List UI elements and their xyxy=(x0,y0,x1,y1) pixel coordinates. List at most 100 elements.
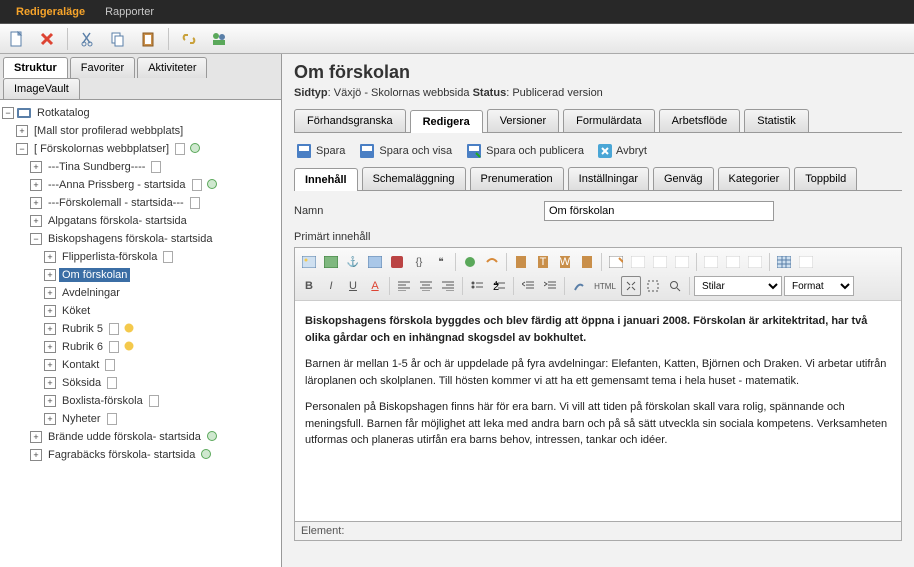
tab-subscription[interactable]: Prenumeration xyxy=(470,167,564,190)
expand-icon[interactable]: + xyxy=(30,197,42,209)
collapse-icon[interactable]: − xyxy=(30,233,42,245)
cut-icon[interactable] xyxy=(75,26,101,52)
quote-icon[interactable]: ❝ xyxy=(431,252,451,272)
text-color-icon[interactable]: A xyxy=(365,276,385,296)
expand-icon[interactable]: + xyxy=(44,359,56,371)
find-icon[interactable] xyxy=(665,276,685,296)
expand-icon[interactable]: + xyxy=(30,215,42,227)
tree-node[interactable]: −[ Förskolornas webbplatser] xyxy=(2,140,279,158)
tree-node[interactable]: +Alpgatans förskola- startsida xyxy=(2,212,279,230)
tab-imagevault[interactable]: ImageVault xyxy=(3,78,80,99)
tree-node[interactable]: +---Förskolemall - startsida--- xyxy=(2,194,279,212)
tree-node[interactable]: +Rubrik 5 xyxy=(2,320,279,338)
col-delete-icon[interactable] xyxy=(745,252,765,272)
delete-icon[interactable] xyxy=(34,26,60,52)
tab-workflow[interactable]: Arbetsflöde xyxy=(659,109,741,132)
merge-cells-icon[interactable] xyxy=(796,252,816,272)
rte-content[interactable]: Biskopshagens förskola byggdes och blev … xyxy=(295,301,901,521)
tab-shortcut[interactable]: Genväg xyxy=(653,167,714,190)
expand-icon[interactable]: + xyxy=(44,323,56,335)
tab-favorites[interactable]: Favoriter xyxy=(70,57,135,78)
underline-icon[interactable]: U xyxy=(343,276,363,296)
expand-icon[interactable]: + xyxy=(16,125,28,137)
flash-icon[interactable] xyxy=(387,252,407,272)
tree-node[interactable]: +Brände udde förskola- startsida xyxy=(2,428,279,446)
anchor-icon[interactable]: ⚓ xyxy=(343,252,363,272)
tree-node[interactable]: +Flipperlista-förskola xyxy=(2,248,279,266)
tree-node[interactable]: −Biskopshagens förskola- startsida xyxy=(2,230,279,248)
bold-icon[interactable]: B xyxy=(299,276,319,296)
fullscreen-icon[interactable] xyxy=(621,276,641,296)
tree-node[interactable]: +Nyheter xyxy=(2,410,279,428)
tree-node[interactable]: +Fagrabäcks förskola- startsida xyxy=(2,446,279,464)
paste-text-icon[interactable]: T xyxy=(533,252,553,272)
unlink-icon[interactable] xyxy=(482,252,502,272)
code-block-icon[interactable]: {} xyxy=(409,252,429,272)
row-before-icon[interactable] xyxy=(628,252,648,272)
users-icon[interactable] xyxy=(206,26,232,52)
col-before-icon[interactable] xyxy=(701,252,721,272)
page-tree[interactable]: −Rotkatalog +[Mall stor profilerad webbp… xyxy=(0,100,281,567)
tab-edit[interactable]: Redigera xyxy=(410,110,483,133)
indent-icon[interactable] xyxy=(540,276,560,296)
bullet-list-icon[interactable] xyxy=(467,276,487,296)
copy-icon[interactable] xyxy=(105,26,131,52)
paste-icon[interactable] xyxy=(511,252,531,272)
name-input[interactable] xyxy=(544,201,774,221)
new-page-icon[interactable] xyxy=(4,26,30,52)
expand-icon[interactable]: + xyxy=(44,305,56,317)
select-all-icon[interactable] xyxy=(643,276,663,296)
collapse-icon[interactable]: − xyxy=(2,107,14,119)
tree-root[interactable]: −Rotkatalog xyxy=(2,104,279,122)
table-edit-icon[interactable] xyxy=(606,252,626,272)
expand-icon[interactable]: + xyxy=(30,179,42,191)
tree-node[interactable]: +Köket xyxy=(2,302,279,320)
tab-preview[interactable]: Förhandsgranska xyxy=(294,109,406,132)
tree-node[interactable]: +[Mall stor profilerad webbplats] xyxy=(2,122,279,140)
menu-edit-mode[interactable]: Redigeraläge xyxy=(6,2,95,22)
expand-icon[interactable]: + xyxy=(44,269,56,281)
tree-node-selected[interactable]: +Om förskolan xyxy=(2,266,279,284)
expand-icon[interactable]: + xyxy=(44,395,56,407)
save-publish-button[interactable]: Spara och publicera xyxy=(466,143,584,159)
remove-format-icon[interactable] xyxy=(569,276,589,296)
expand-icon[interactable]: + xyxy=(44,377,56,389)
tree-node[interactable]: +Avdelningar xyxy=(2,284,279,302)
tree-node[interactable]: +---Anna Prissberg - startsida xyxy=(2,176,279,194)
tab-content[interactable]: Innehåll xyxy=(294,168,358,191)
expand-icon[interactable]: + xyxy=(44,287,56,299)
expand-icon[interactable]: + xyxy=(30,161,42,173)
expand-icon[interactable]: + xyxy=(30,449,42,461)
link-icon[interactable] xyxy=(176,26,202,52)
paste-word-icon[interactable]: W xyxy=(555,252,575,272)
tree-node[interactable]: +Rubrik 6 xyxy=(2,338,279,356)
col-after-icon[interactable] xyxy=(723,252,743,272)
paste-icon[interactable] xyxy=(135,26,161,52)
paste-special-icon[interactable] xyxy=(577,252,597,272)
tab-versions[interactable]: Versioner xyxy=(487,109,559,132)
image-icon[interactable] xyxy=(299,252,319,272)
tab-activities[interactable]: Aktiviteter xyxy=(137,57,207,78)
tab-structure[interactable]: Struktur xyxy=(3,57,68,78)
tab-formdata[interactable]: Formulärdata xyxy=(563,109,654,132)
expand-icon[interactable]: + xyxy=(30,431,42,443)
format-select[interactable]: Format xyxy=(784,276,854,296)
tree-node[interactable]: +Kontakt xyxy=(2,356,279,374)
link-icon[interactable] xyxy=(460,252,480,272)
table-insert-icon[interactable] xyxy=(774,252,794,272)
row-after-icon[interactable] xyxy=(650,252,670,272)
tab-categories[interactable]: Kategorier xyxy=(718,167,791,190)
italic-icon[interactable]: I xyxy=(321,276,341,296)
tree-node[interactable]: +Boxlista-förskola xyxy=(2,392,279,410)
collapse-icon[interactable]: − xyxy=(16,143,28,155)
row-delete-icon[interactable] xyxy=(672,252,692,272)
align-center-icon[interactable] xyxy=(416,276,436,296)
tab-scheduling[interactable]: Schemaläggning xyxy=(362,167,466,190)
styles-select[interactable]: Stilar xyxy=(694,276,782,296)
save-button[interactable]: Spara xyxy=(296,143,345,159)
numbered-list-icon[interactable]: 12 xyxy=(489,276,509,296)
tree-node[interactable]: +Söksida xyxy=(2,374,279,392)
menu-reports[interactable]: Rapporter xyxy=(95,2,164,22)
expand-icon[interactable]: + xyxy=(44,251,56,263)
tab-topimage[interactable]: Toppbild xyxy=(794,167,857,190)
